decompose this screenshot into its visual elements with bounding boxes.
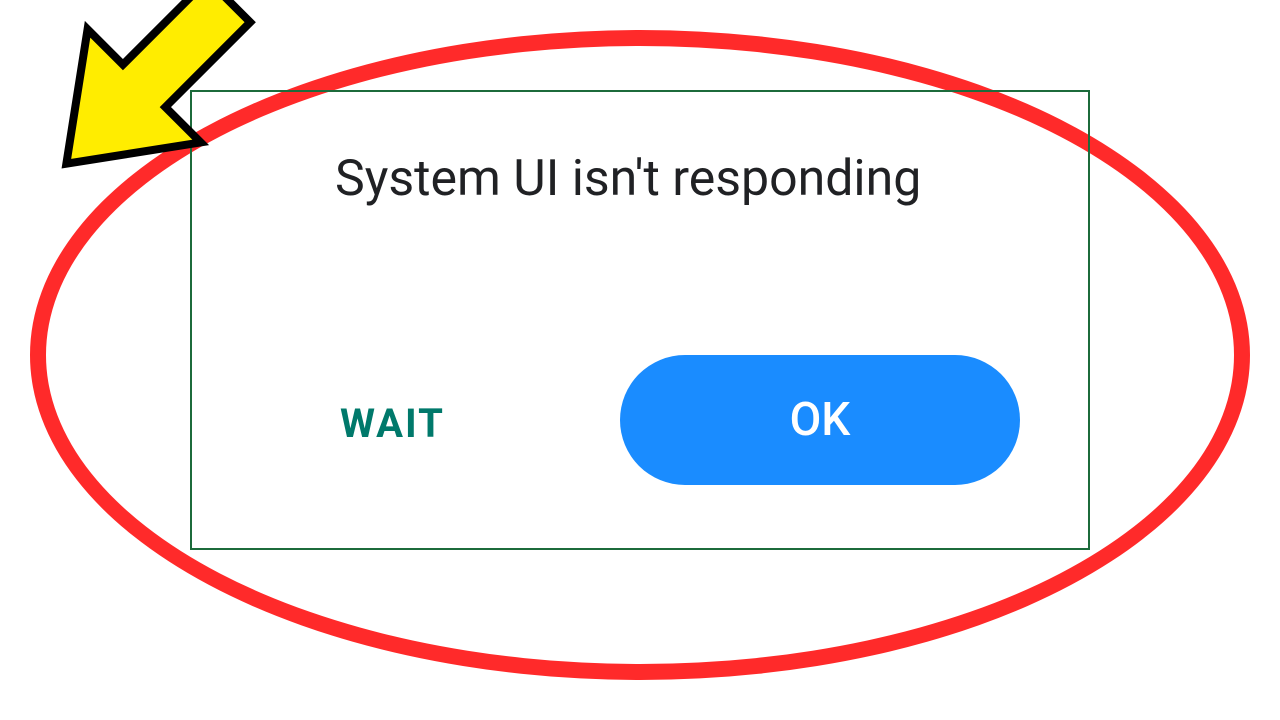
ok-button[interactable]: OK — [620, 355, 1020, 485]
ok-button-label: OK — [790, 393, 851, 447]
pointer-arrow-icon — [0, 0, 290, 260]
dialog-title: System UI isn't responding — [335, 150, 921, 208]
screenshot-stage: System UI isn't responding WAIT OK — [0, 0, 1280, 720]
wait-button[interactable]: WAIT — [340, 400, 445, 447]
